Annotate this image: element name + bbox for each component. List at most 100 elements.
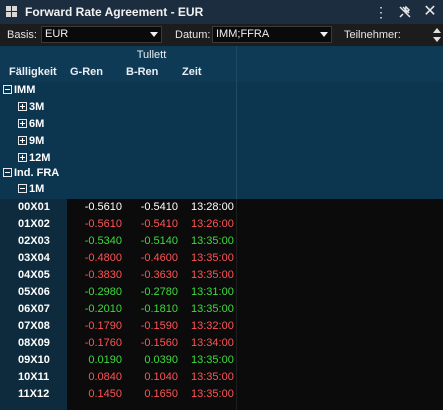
column-divider — [236, 82, 237, 199]
table-row[interactable]: 09X10 0.0190 0.0390 13:35:00 — [0, 352, 443, 369]
expand-icon[interactable] — [18, 153, 27, 162]
g-ren-cell: -0.1790 — [84, 320, 122, 332]
zeit-cell: 13:32:00 — [191, 320, 234, 332]
basis-value: EUR — [45, 28, 69, 40]
col-faelligkeit[interactable]: Fälligkeit — [9, 66, 57, 78]
tree-node-1m[interactable]: 1M — [18, 181, 44, 198]
b-ren-cell: -0.3630 — [140, 269, 178, 281]
zeit-cell: 13:35:00 — [191, 388, 234, 400]
zeit-cell: 13:35:00 — [191, 371, 234, 383]
g-ren-cell: -0.1760 — [84, 337, 122, 349]
table-row[interactable]: 04X05 -0.3830 -0.3630 13:35:00 — [0, 267, 443, 284]
teilnehmer-label: Teilnehmer: — [344, 29, 401, 41]
tenor-cell: 09X10 — [18, 354, 50, 366]
b-ren-cell: -0.5410 — [140, 201, 178, 213]
group-header-tullett: Tullett — [136, 49, 167, 61]
table-row[interactable]: 01X02 -0.5610 -0.5410 13:26:00 — [0, 216, 443, 233]
g-ren-cell: 0.1450 — [88, 388, 122, 400]
table-row[interactable]: 08X09 -0.1760 -0.1560 13:34:00 — [0, 335, 443, 352]
zeit-cell: 13:31:00 — [191, 286, 234, 298]
title-bar[interactable]: Forward Rate Agreement - EUR ⋮ ✕ — [0, 0, 443, 24]
g-ren-cell: -0.4800 — [84, 252, 122, 264]
tenor-cell: 07X08 — [18, 320, 50, 332]
window-title: Forward Rate Agreement - EUR — [25, 5, 204, 19]
unpin-icon[interactable] — [396, 3, 414, 21]
datum-select[interactable]: IMM;FFRA — [212, 26, 332, 43]
close-icon[interactable]: ✕ — [421, 3, 439, 21]
tree-node-3m[interactable]: 3M — [18, 99, 44, 116]
zeit-cell: 13:35:00 — [191, 354, 234, 366]
b-ren-cell: -0.1590 — [140, 320, 178, 332]
g-ren-cell: 0.0840 — [88, 371, 122, 383]
more-menu-icon[interactable]: ⋮ — [372, 3, 390, 21]
column-divider — [236, 46, 237, 82]
col-b-ren[interactable]: B-Ren — [126, 66, 158, 78]
b-ren-cell: -0.5410 — [140, 218, 178, 230]
tree-node-6m[interactable]: 6M — [18, 116, 44, 133]
filter-toolbar: Basis: EUR Datum: IMM;FFRA Teilnehmer: — [0, 24, 443, 47]
tree-node-ind-fra[interactable]: Ind. FRA — [3, 165, 59, 182]
b-ren-cell: 0.1650 — [144, 388, 178, 400]
g-ren-cell: -0.5610 — [84, 218, 122, 230]
g-ren-cell: -0.3830 — [84, 269, 122, 281]
expand-icon[interactable] — [18, 119, 27, 128]
table-row[interactable]: 03X04 -0.4800 -0.4600 13:35:00 — [0, 250, 443, 267]
g-ren-cell: -0.5340 — [84, 235, 122, 247]
grid-app-icon — [6, 6, 17, 17]
rate-rows: 00X01 -0.5610 -0.5410 13:28:00 01X02 -0.5610 -… — [0, 199, 443, 410]
collapse-icon[interactable] — [18, 184, 27, 193]
b-ren-cell: -0.1560 — [140, 337, 178, 349]
zeit-cell: 13:35:00 — [191, 252, 234, 264]
table-row[interactable]: 06X07 -0.2010 -0.1810 13:35:00 — [0, 301, 443, 318]
table-row[interactable]: 10X11 0.0840 0.1040 13:35:00 — [0, 369, 443, 386]
collapse-icon[interactable] — [3, 168, 12, 177]
zeit-cell: 13:26:00 — [191, 218, 234, 230]
table-row[interactable]: 11X12 0.1450 0.1650 13:35:00 — [0, 386, 443, 403]
basis-select[interactable]: EUR — [41, 26, 162, 43]
datum-value: IMM;FFRA — [216, 28, 270, 40]
tenor-cell: 01X02 — [18, 218, 50, 230]
zeit-cell: 13:35:00 — [191, 303, 234, 315]
tenor-cell: 02X03 — [18, 235, 50, 247]
tree-section: IMM 3M 6M 9M 12M Ind. FRA 1M — [0, 82, 443, 199]
zeit-cell: 13:34:00 — [191, 337, 234, 349]
basis-label: Basis: — [7, 29, 37, 41]
chevron-down-icon — [320, 32, 328, 37]
b-ren-cell: 0.1040 — [144, 371, 178, 383]
fra-window: Forward Rate Agreement - EUR ⋮ ✕ Basis: … — [0, 0, 443, 410]
g-ren-cell: -0.5610 — [84, 201, 122, 213]
zeit-cell: 13:28:00 — [191, 201, 234, 213]
table-row[interactable]: 00X01 -0.5610 -0.5410 13:28:00 — [0, 199, 443, 216]
collapse-icon[interactable] — [3, 85, 12, 94]
b-ren-cell: -0.1810 — [140, 303, 178, 315]
tree-node-imm[interactable]: IMM — [3, 82, 35, 99]
tenor-cell: 11X12 — [18, 388, 50, 400]
tenor-cell: 00X01 — [18, 201, 50, 213]
tenor-cell: 04X05 — [18, 269, 50, 281]
grid-header: Tullett Fälligkeit G-Ren B-Ren Zeit — [0, 46, 443, 82]
g-ren-cell: 0.0190 — [88, 354, 122, 366]
table-row[interactable]: 02X03 -0.5340 -0.5140 13:35:00 — [0, 233, 443, 250]
tenor-cell: 08X09 — [18, 337, 50, 349]
b-ren-cell: 0.0390 — [144, 354, 178, 366]
table-row[interactable]: 05X06 -0.2980 -0.2780 13:31:00 — [0, 284, 443, 301]
zeit-cell: 13:35:00 — [191, 235, 234, 247]
tenor-cell: 03X04 — [18, 252, 50, 264]
g-ren-cell: -0.2980 — [84, 286, 122, 298]
expand-icon[interactable] — [18, 102, 27, 111]
chevron-down-icon — [150, 32, 158, 37]
col-g-ren[interactable]: G-Ren — [70, 66, 103, 78]
tree-node-9m[interactable]: 9M — [18, 133, 44, 150]
tenor-cell: 06X07 — [18, 303, 50, 315]
table-row[interactable]: 07X08 -0.1790 -0.1590 13:32:00 — [0, 318, 443, 335]
col-zeit[interactable]: Zeit — [182, 66, 202, 78]
scroll-up-icon[interactable] — [433, 28, 441, 33]
tenor-cell: 05X06 — [18, 286, 50, 298]
b-ren-cell: -0.2780 — [140, 286, 178, 298]
zeit-cell: 13:35:00 — [191, 269, 234, 281]
g-ren-cell: -0.2010 — [84, 303, 122, 315]
scroll-down-icon[interactable] — [433, 37, 441, 42]
datum-label: Datum: — [175, 29, 211, 41]
tenor-cell: 10X11 — [18, 371, 50, 383]
expand-icon[interactable] — [18, 136, 27, 145]
